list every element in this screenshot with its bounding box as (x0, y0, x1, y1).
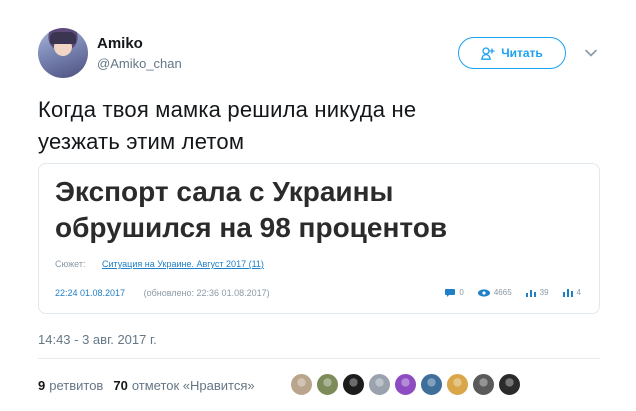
engagement-counts: 9 ретвитов 70 отметок «Нравится» (38, 378, 255, 393)
tweet-text-line: уезжать этим летом (38, 129, 245, 154)
views-count: 4665 (493, 288, 512, 297)
story-label: Сюжет: (55, 259, 86, 269)
tweet-text: Когда твоя мамка решила никуда не уезжат… (38, 94, 598, 158)
published-date: 22:24 01.08.2017 (55, 288, 126, 298)
liker-avatar[interactable] (290, 373, 313, 396)
story-link[interactable]: Ситуация на Украине. Август 2017 (11) (102, 259, 264, 269)
user-name[interactable]: Amiko (97, 35, 143, 52)
tweet-text-line: Когда твоя мамка решила никуда не (38, 97, 417, 122)
card-headline-line: обрушился на 98 процентов (55, 212, 448, 243)
liker-avatar[interactable] (342, 373, 365, 396)
divider (38, 358, 600, 359)
shares-count: 4 (576, 288, 581, 297)
follow-button-label: Читать (501, 46, 543, 60)
likes-count: 70 (113, 378, 128, 393)
updated-date: (обновлено: 22:36 01.08.2017) (143, 288, 270, 298)
user-avatar[interactable] (38, 28, 88, 78)
likes-link[interactable]: 70 отметок «Нравится» (113, 378, 254, 393)
tweet: Amiko @Amiko_chan Читать Когда твоя мамк… (0, 0, 636, 411)
retweets-label: ретвитов (49, 378, 104, 393)
share-icon (562, 288, 573, 297)
likes-stat: 39 (525, 288, 549, 297)
bars-icon (525, 289, 536, 297)
follow-button[interactable]: Читать (458, 37, 566, 69)
views-stat: 4665 (477, 288, 512, 297)
add-person-icon (481, 46, 495, 60)
eye-icon (477, 288, 490, 297)
user-handle[interactable]: @Amiko_chan (97, 56, 182, 71)
comment-icon (445, 288, 456, 297)
liker-avatar[interactable] (472, 373, 495, 396)
liker-avatars (290, 373, 521, 396)
card-headline: Экспорт сала с Украины обрушился на 98 п… (55, 174, 575, 246)
article-meta: 22:24 01.08.2017 (обновлено: 22:36 01.08… (55, 288, 270, 298)
chevron-down-icon[interactable] (584, 46, 598, 60)
retweets-count: 9 (38, 378, 46, 393)
likes-label: отметок «Нравится» (131, 378, 255, 393)
tweet-timestamp[interactable]: 14:43 - 3 авг. 2017 г. (38, 332, 157, 347)
liker-avatar[interactable] (446, 373, 469, 396)
liker-avatar[interactable] (394, 373, 417, 396)
comments-count: 0 (459, 288, 464, 297)
embedded-image-card[interactable]: Экспорт сала с Украины обрушился на 98 п… (38, 163, 600, 314)
liker-avatar[interactable] (368, 373, 391, 396)
comments-stat: 0 (445, 288, 464, 297)
retweets-link[interactable]: 9 ретвитов (38, 378, 103, 393)
shares-stat: 4 (562, 288, 581, 297)
liker-avatar[interactable] (420, 373, 443, 396)
article-stats: 0 4665 39 4 (445, 288, 581, 297)
liker-avatar[interactable] (316, 373, 339, 396)
liker-avatar[interactable] (498, 373, 521, 396)
likes-stat-count: 39 (539, 288, 549, 297)
card-headline-line: Экспорт сала с Украины (55, 176, 394, 207)
story-row: Сюжет: Ситуация на Украине. Август 2017 … (55, 259, 264, 269)
